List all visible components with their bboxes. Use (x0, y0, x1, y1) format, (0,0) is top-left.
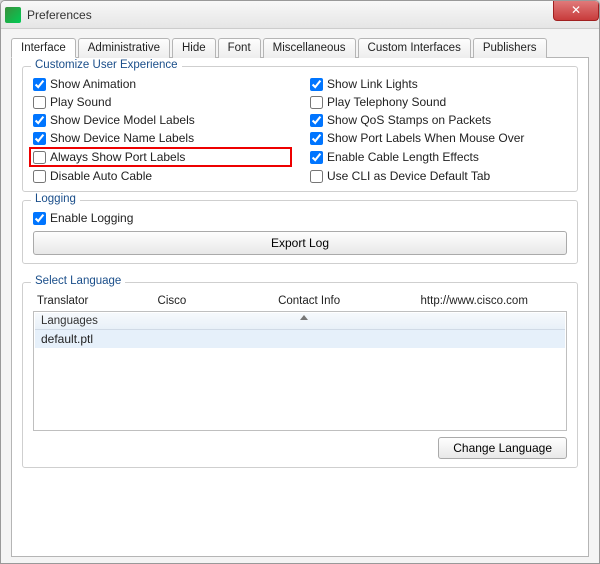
change-language-button[interactable]: Change Language (438, 437, 567, 459)
group-customize: Customize User Experience Show Animation… (22, 66, 578, 192)
chk-disable-auto-cable[interactable] (33, 170, 46, 183)
lbl-play-telephony-sound: Play Telephony Sound (327, 95, 446, 109)
app-icon (5, 7, 21, 23)
tab-interface[interactable]: Interface (11, 38, 76, 58)
opt-show-link-lights[interactable]: Show Link Lights (310, 77, 567, 91)
language-item[interactable]: default.ptl (35, 330, 565, 348)
hdr-url: http://www.cisco.com (421, 295, 563, 307)
opt-show-animation[interactable]: Show Animation (33, 77, 290, 91)
tab-font[interactable]: Font (218, 38, 261, 58)
preferences-window: Preferences ✕ Interface Administrative H… (0, 0, 600, 564)
opt-play-sound[interactable]: Play Sound (33, 95, 290, 109)
chk-play-sound[interactable] (33, 96, 46, 109)
lbl-show-port-mouseover: Show Port Labels When Mouse Over (327, 131, 524, 145)
lbl-show-link-lights: Show Link Lights (327, 77, 418, 91)
lbl-enable-cable-length: Enable Cable Length Effects (327, 150, 479, 164)
tab-publishers[interactable]: Publishers (473, 38, 547, 58)
opt-show-device-model[interactable]: Show Device Model Labels (33, 113, 290, 127)
window-title: Preferences (27, 8, 92, 22)
lbl-always-show-port: Always Show Port Labels (50, 150, 185, 164)
hdr-translator: Translator (37, 295, 158, 307)
opt-show-port-mouseover[interactable]: Show Port Labels When Mouse Over (310, 131, 567, 145)
lbl-use-cli-default: Use CLI as Device Default Tab (327, 169, 490, 183)
group-language: Select Language Translator Cisco Contact… (22, 282, 578, 468)
close-icon: ✕ (571, 3, 581, 17)
tab-custom-interfaces[interactable]: Custom Interfaces (358, 38, 471, 58)
content-area: Interface Administrative Hide Font Misce… (1, 29, 599, 563)
lbl-show-device-name: Show Device Name Labels (50, 131, 194, 145)
group-customize-title: Customize User Experience (31, 59, 182, 71)
chk-enable-cable-length[interactable] (310, 151, 323, 164)
lbl-show-qos-stamps: Show QoS Stamps on Packets (327, 113, 491, 127)
chk-show-device-model[interactable] (33, 114, 46, 127)
titlebar: Preferences ✕ (1, 1, 599, 29)
opt-always-show-port[interactable]: Always Show Port Labels (31, 149, 290, 165)
tab-administrative[interactable]: Administrative (78, 38, 170, 58)
chk-always-show-port[interactable] (33, 151, 46, 164)
chk-show-qos-stamps[interactable] (310, 114, 323, 127)
lbl-enable-logging: Enable Logging (50, 211, 133, 225)
chk-show-device-name[interactable] (33, 132, 46, 145)
lbl-disable-auto-cable: Disable Auto Cable (50, 169, 152, 183)
language-list[interactable]: Languages default.ptl (33, 311, 567, 431)
opt-show-device-name[interactable]: Show Device Name Labels (33, 131, 290, 145)
chk-show-port-mouseover[interactable] (310, 132, 323, 145)
lbl-play-sound: Play Sound (50, 95, 111, 109)
export-log-button[interactable]: Export Log (33, 231, 567, 255)
customize-grid: Show Animation Show Link Lights Play Sou… (33, 77, 567, 183)
group-logging: Logging Enable Logging Export Log (22, 200, 578, 264)
opt-disable-auto-cable[interactable]: Disable Auto Cable (33, 169, 290, 183)
language-list-header[interactable]: Languages (35, 313, 565, 330)
lbl-show-animation: Show Animation (50, 77, 136, 91)
chk-show-link-lights[interactable] (310, 78, 323, 91)
group-language-title: Select Language (31, 275, 125, 287)
tab-strip: Interface Administrative Hide Font Misce… (11, 38, 589, 58)
chk-enable-logging[interactable] (33, 212, 46, 225)
hdr-cisco: Cisco (158, 295, 279, 307)
close-button[interactable]: ✕ (553, 1, 599, 21)
opt-use-cli-default[interactable]: Use CLI as Device Default Tab (310, 169, 567, 183)
chk-play-telephony-sound[interactable] (310, 96, 323, 109)
opt-show-qos-stamps[interactable]: Show QoS Stamps on Packets (310, 113, 567, 127)
tab-miscellaneous[interactable]: Miscellaneous (263, 38, 356, 58)
chk-use-cli-default[interactable] (310, 170, 323, 183)
chk-show-animation[interactable] (33, 78, 46, 91)
group-logging-title: Logging (31, 193, 80, 205)
tab-page-interface: Customize User Experience Show Animation… (11, 57, 589, 557)
language-column-headers: Translator Cisco Contact Info http://www… (33, 293, 567, 311)
opt-enable-cable-length[interactable]: Enable Cable Length Effects (310, 149, 567, 165)
opt-enable-logging[interactable]: Enable Logging (33, 211, 567, 225)
lbl-show-device-model: Show Device Model Labels (50, 113, 195, 127)
hdr-contact: Contact Info (278, 295, 420, 307)
tab-hide[interactable]: Hide (172, 38, 216, 58)
opt-play-telephony-sound[interactable]: Play Telephony Sound (310, 95, 567, 109)
